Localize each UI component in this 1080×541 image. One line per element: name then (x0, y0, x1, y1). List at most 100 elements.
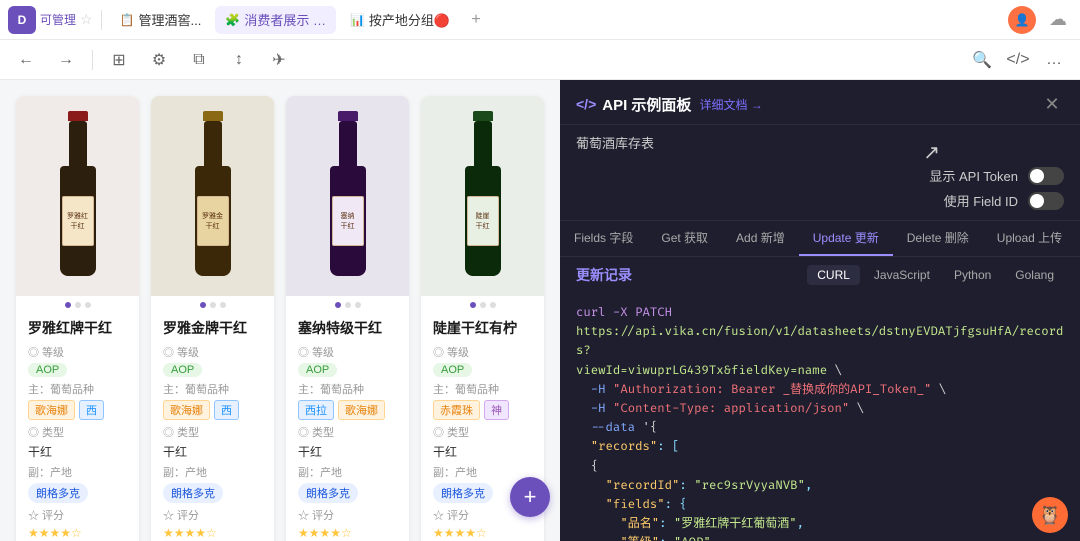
tag-4-1: 赤霞珠 (433, 400, 480, 420)
card-image-2: 罗雅金干红 (151, 96, 274, 296)
rating-label-3: ☆ 评分 (298, 507, 334, 523)
type-label-2: ◎ 类型 (163, 424, 199, 440)
search-button[interactable]: 🔍 (968, 46, 996, 74)
sort-button[interactable]: ↕ (225, 46, 253, 74)
variety-label-1: 主：葡萄品种 (28, 381, 94, 397)
bottle-body-1: 罗雅红干红 (60, 166, 96, 276)
api-docs-link[interactable]: 详细文档 → (699, 96, 762, 113)
origin-label-2: 副：产地 (163, 464, 207, 480)
variety-tags-3: 西拉 歌海娜 (298, 400, 397, 420)
api-panel-header: </> API 示例面板 详细文档 → ↗ ✕ (560, 80, 1080, 125)
owl-badge: 🦉 (1032, 497, 1068, 533)
add-record-fab[interactable]: + (510, 477, 550, 517)
bottle-body-2: 罗雅金干红 (195, 166, 231, 276)
code-line-2: https://api.vika.cn/fusion/v1/datasheets… (576, 322, 1064, 360)
add-view-button[interactable]: + (464, 8, 488, 32)
chart-icon: 📊 (350, 13, 365, 27)
origin-val-row-3: 朗格多克 (298, 483, 397, 503)
rating-row-2: ☆ 评分 (163, 507, 262, 523)
rating-label-4: ☆ 评分 (433, 507, 469, 523)
card-title-3: 塞纳特级干红 (298, 318, 397, 338)
tab-by-origin[interactable]: 📊 按产地分组🔴 (340, 6, 460, 34)
tab-delete[interactable]: Delete 删除 (893, 221, 983, 256)
use-field-id-toggle[interactable] (1028, 192, 1064, 210)
variety-label-row-4: 主：葡萄品种 (433, 381, 532, 397)
tab-add[interactable]: Add 新增 (722, 221, 799, 256)
code-line-9: "recordId": "rec9srVyyaNVB", (576, 476, 1064, 495)
tab-get[interactable]: Get 获取 (647, 221, 722, 256)
tab-update[interactable]: Update 更新 (799, 221, 893, 256)
api-panel: </> API 示例面板 详细文档 → ↗ ✕ 葡萄酒库存表 显示 API To… (560, 80, 1080, 541)
code-line-3: viewId=viwuprLG439Tx&fieldKey=name \ (576, 361, 1064, 380)
bottle-cap-1 (68, 111, 88, 121)
badge-row-1: AOP (28, 363, 127, 377)
filter-button[interactable]: ⧉ (185, 46, 213, 74)
lang-tab-golang[interactable]: Golang (1005, 265, 1064, 285)
star-icon[interactable]: ☆ (80, 11, 93, 28)
tag-2-1: 歌海娜 (163, 400, 210, 420)
type-row-1: ◎ 类型 (28, 424, 127, 440)
origin-row-2: 副：产地 (163, 464, 262, 480)
bottle-label-2: 罗雅金干红 (197, 196, 229, 246)
top-navigation: D 可管理 ☆ 📋 管理酒窖... 🧩 消费者展示 … 📊 按产地分组🔴 + 👤… (0, 0, 1080, 40)
code-line-6: --data '{ (576, 418, 1064, 437)
nav-separator-1 (101, 10, 102, 30)
wine-card-3: 塞纳干红 塞纳特级干红 ◎ 等级 AOP (286, 96, 409, 541)
sync-icon[interactable]: ☁ (1044, 6, 1072, 34)
grade-row-1: ◎ 等级 (28, 344, 127, 360)
code-section-title: 更新记录 (576, 265, 632, 285)
bottle-cap-4 (473, 111, 493, 121)
variety-tags-2: 歌海娜 西 (163, 400, 262, 420)
card-dots-3 (286, 296, 409, 310)
lang-tab-curl[interactable]: CURL (807, 265, 860, 285)
code-button[interactable]: </> (1004, 46, 1032, 74)
variety-tags-4: 赤霞珠 神 (433, 400, 532, 420)
type-value-4: 干红 (433, 443, 457, 460)
origin-badge-1: 朗格多克 (28, 483, 88, 503)
tag-3-1: 西拉 (298, 400, 334, 420)
type-val-row-4: 干红 (433, 443, 532, 460)
code-block[interactable]: curl -X PATCH https://api.vika.cn/fusion… (560, 293, 1080, 541)
manageable-label[interactable]: 可管理 (40, 11, 76, 28)
wine-bottle-2: 罗雅金干红 (183, 111, 243, 281)
code-line-12: "等级": "AOP", (576, 533, 1064, 541)
tab-upload[interactable]: Upload 上传 (983, 221, 1076, 256)
stars-2: ★★★★☆ (163, 526, 262, 540)
type-value-1: 干红 (28, 443, 52, 460)
dot-2-1 (200, 302, 206, 308)
bottle-label-3: 塞纳干红 (332, 196, 364, 246)
more-button[interactable]: … (1040, 46, 1068, 74)
api-panel-close-button[interactable]: ✕ (1040, 92, 1064, 116)
tab-manage-cellar[interactable]: 📋 管理酒窖... (110, 6, 212, 34)
dot-2-3 (220, 302, 226, 308)
tab-consumer-display[interactable]: 🧩 消费者展示 … (215, 6, 336, 34)
origin-label-3: 副：产地 (298, 464, 342, 480)
origin-badge-2: 朗格多克 (163, 483, 223, 503)
origin-badge-3: 朗格多克 (298, 483, 358, 503)
share-button[interactable]: ✈ (265, 46, 293, 74)
back-button[interactable]: ← (12, 46, 40, 74)
type-label-3: ◎ 类型 (298, 424, 334, 440)
card-image-3: 塞纳干红 (286, 96, 409, 296)
code-line-11: "品名": "罗雅红牌干红葡萄酒", (576, 514, 1064, 533)
cards-grid: 罗雅红干红 罗雅红牌干红 ◎ 等级 AOP (16, 96, 544, 541)
show-api-token-toggle[interactable] (1028, 167, 1064, 185)
type-value-3: 干红 (298, 443, 322, 460)
settings-button[interactable]: ⚙ (145, 46, 173, 74)
card-dots-1 (16, 296, 139, 310)
tab-fields[interactable]: Fields 字段 (560, 221, 647, 256)
grid-view-button[interactable]: ⊞ (105, 46, 133, 74)
forward-button[interactable]: → (52, 46, 80, 74)
lang-tab-javascript[interactable]: JavaScript (864, 265, 940, 285)
api-toggles-area: 显示 API Token 使用 Field ID (560, 160, 1080, 221)
card-title-2: 罗雅金牌干红 (163, 318, 262, 338)
bottle-body-3: 塞纳干红 (330, 166, 366, 276)
origin-val-row-1: 朗格多克 (28, 483, 127, 503)
rating-label-1: ☆ 评分 (28, 507, 64, 523)
user-avatar[interactable]: 👤 (1008, 6, 1036, 34)
card-dots-2 (151, 296, 274, 310)
lang-tab-python[interactable]: Python (944, 265, 1001, 285)
code-line-1: curl -X PATCH (576, 303, 1064, 322)
aop-badge-2: AOP (163, 363, 202, 377)
grade-row-3: ◎ 等级 (298, 344, 397, 360)
